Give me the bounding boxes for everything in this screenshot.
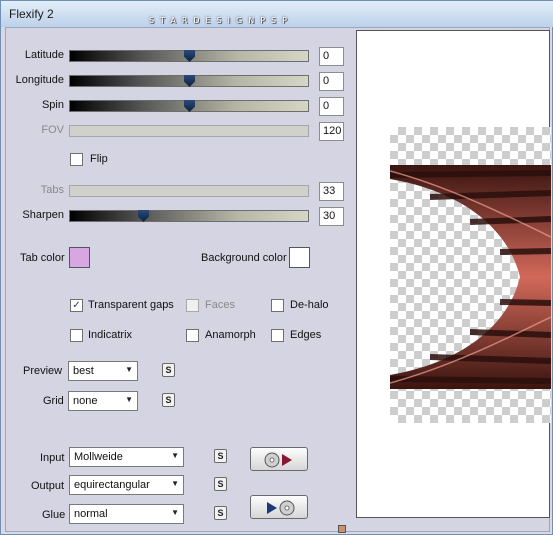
brand-watermark: STARDESIGNPSP	[149, 16, 293, 25]
sharpen-value[interactable]: 30	[319, 207, 344, 226]
output-save-button[interactable]	[250, 495, 308, 519]
tabs-value: 33	[319, 182, 344, 201]
tabs-label: Tabs	[40, 184, 64, 196]
transparent-gaps-checkbox[interactable]: ✓	[70, 299, 83, 312]
latitude-slider-thumb[interactable]	[184, 50, 195, 62]
spin-value[interactable]: 0	[319, 97, 344, 116]
faces-label: Faces	[205, 299, 235, 311]
latitude-value[interactable]: 0	[319, 47, 344, 66]
sharpen-label: Sharpen	[22, 209, 64, 221]
grid-s-button[interactable]: S	[162, 393, 175, 407]
flip-checkbox[interactable]	[70, 153, 83, 166]
flip-label: Flip	[90, 153, 108, 165]
fov-label: FOV	[41, 124, 64, 136]
dialog-body: Latitude 0 Longitude 0 Spin 0 FOV 120 Fl…	[5, 27, 552, 533]
longitude-slider-thumb[interactable]	[184, 75, 195, 87]
spin-label: Spin	[41, 99, 64, 111]
longitude-label: Longitude	[15, 74, 64, 86]
grid-label: Grid	[43, 395, 64, 407]
output-s-button[interactable]: S	[214, 477, 227, 491]
background-color-swatch[interactable]	[289, 247, 310, 268]
check-icon: ✓	[72, 300, 81, 311]
input-load-button[interactable]	[250, 447, 308, 471]
output-dropdown-value: equirectangular	[74, 479, 150, 491]
output-label: Output	[31, 480, 65, 492]
dropdown-arrow-icon: ▼	[171, 508, 179, 517]
anamorph-label: Anamorph	[205, 329, 256, 341]
glue-s-button[interactable]: S	[214, 506, 227, 520]
input-dropdown[interactable]: Mollweide ▼	[69, 447, 184, 467]
title-bar: Flexify 2 STARDESIGNPSP	[1, 1, 553, 27]
tab-color-label: Tab color	[20, 252, 65, 264]
fov-slider	[69, 125, 309, 137]
glue-dropdown[interactable]: normal ▼	[69, 504, 184, 524]
sharpen-slider-thumb[interactable]	[138, 210, 149, 222]
spin-slider-thumb[interactable]	[184, 100, 195, 112]
dropdown-arrow-icon: ▼	[125, 395, 133, 404]
dropdown-arrow-icon: ▼	[171, 479, 179, 488]
de-halo-label: De-halo	[290, 299, 329, 311]
dropdown-arrow-icon: ▼	[171, 451, 179, 460]
indicatrix-checkbox[interactable]	[70, 329, 83, 342]
input-s-button[interactable]: S	[214, 449, 227, 463]
fov-value: 120	[319, 122, 344, 141]
spin-slider[interactable]	[69, 100, 309, 112]
background-color-label: Background color	[201, 252, 287, 264]
flexify-window: Flexify 2 STARDESIGNPSP Latitude 0 Longi…	[0, 0, 553, 535]
edges-checkbox[interactable]	[271, 329, 284, 342]
faces-checkbox	[186, 299, 199, 312]
tab-color-swatch[interactable]	[69, 247, 90, 268]
preview-image	[389, 127, 552, 423]
dropdown-arrow-icon: ▼	[125, 365, 133, 374]
glue-label: Glue	[42, 509, 66, 521]
sharpen-slider[interactable]	[69, 210, 309, 222]
edges-label: Edges	[290, 329, 322, 341]
preview-s-button[interactable]: S	[162, 363, 175, 377]
grid-dropdown-value: none	[73, 395, 98, 407]
glue-dropdown-value: normal	[74, 508, 108, 520]
longitude-value[interactable]: 0	[319, 72, 344, 91]
de-halo-checkbox[interactable]	[271, 299, 284, 312]
input-label: Input	[40, 452, 65, 464]
preview-dropdown[interactable]: best ▼	[68, 361, 138, 381]
preview-pane	[356, 30, 552, 518]
output-dropdown[interactable]: equirectangular ▼	[69, 475, 184, 495]
preview-dropdown-value: best	[73, 365, 94, 377]
tabs-slider	[69, 185, 309, 197]
resize-handle[interactable]	[338, 525, 346, 533]
grid-dropdown[interactable]: none ▼	[68, 391, 138, 411]
latitude-label: Latitude	[24, 49, 64, 61]
latitude-slider[interactable]	[69, 50, 309, 62]
transparent-gaps-label: Transparent gaps	[88, 299, 174, 311]
disc-icon	[264, 452, 292, 468]
anamorph-checkbox[interactable]	[186, 329, 199, 342]
indicatrix-label: Indicatrix	[88, 329, 133, 341]
window-title: Flexify 2	[9, 7, 54, 21]
preview-image-render	[389, 165, 552, 389]
preview-label: Preview	[23, 365, 63, 377]
play-icon	[267, 500, 295, 516]
input-dropdown-value: Mollweide	[74, 451, 123, 463]
longitude-slider[interactable]	[69, 75, 309, 87]
